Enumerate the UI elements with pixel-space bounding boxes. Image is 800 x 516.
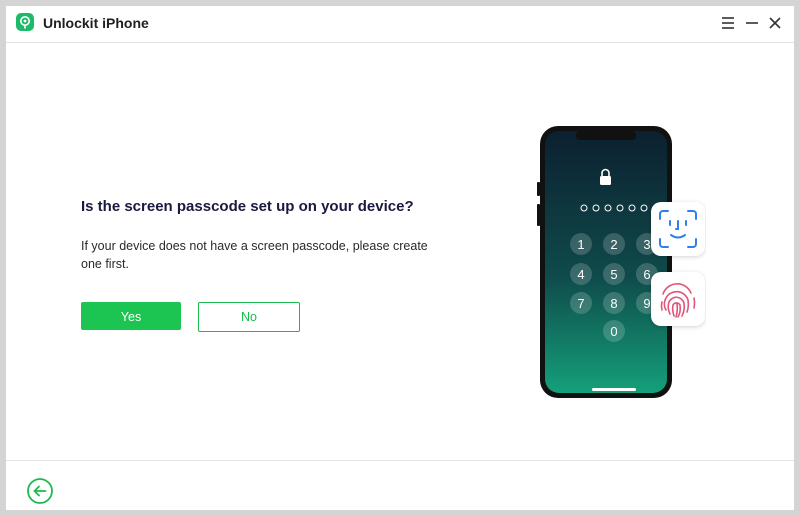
back-arrow-icon[interactable] <box>26 477 54 505</box>
svg-text:4: 4 <box>577 267 584 282</box>
footer-bar <box>6 460 794 511</box>
svg-text:5: 5 <box>610 267 617 282</box>
passcode-hint: If your device does not have a screen pa… <box>81 239 428 271</box>
app-logo-icon <box>16 13 34 31</box>
svg-text:2: 2 <box>610 237 617 252</box>
svg-text:7: 7 <box>577 296 584 311</box>
no-button[interactable]: No <box>198 302 300 332</box>
app-window: Unlockit iPhone Is the screen passcode s… <box>6 6 794 510</box>
svg-text:3: 3 <box>643 237 650 252</box>
fingerprint-icon <box>651 272 705 326</box>
app-title: Unlockit iPhone <box>43 15 149 31</box>
close-icon[interactable] <box>765 13 785 33</box>
passcode-question: Is the screen passcode set up on your de… <box>81 198 414 215</box>
svg-text:8: 8 <box>610 296 617 311</box>
title-bar: Unlockit iPhone <box>6 6 794 43</box>
svg-text:9: 9 <box>643 296 650 311</box>
svg-text:6: 6 <box>643 267 650 282</box>
svg-text:0: 0 <box>610 324 617 339</box>
hamburger-menu-icon[interactable] <box>718 13 738 33</box>
phone-illustration: 1 2 3 4 5 6 7 8 9 0 <box>536 124 706 404</box>
yes-button[interactable]: Yes <box>81 302 181 330</box>
minimize-icon[interactable] <box>742 13 762 33</box>
svg-text:1: 1 <box>577 237 584 252</box>
